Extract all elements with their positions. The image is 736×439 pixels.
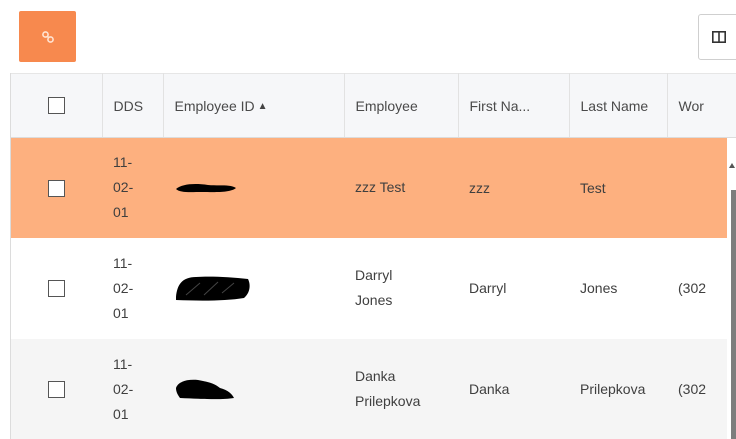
column-header-dds-label: DDS (113, 97, 144, 114)
employee-id-cell (163, 237, 344, 339)
employee-cell: Danka Prilepkova (344, 338, 458, 439)
dds-line: 02- (113, 380, 134, 397)
redacted-employee-id (176, 276, 250, 301)
scrollbar-thumb[interactable] (731, 190, 736, 439)
columns-icon (712, 31, 726, 43)
employee-cell: zzz Test (344, 137, 458, 238)
employee-line: Prilepkova (355, 393, 421, 409)
dds-cell: 11- 02- 01 (102, 137, 163, 238)
employee-grid: DDS Employee ID ▲ Employee First Na... La… (10, 73, 736, 439)
row-select-cell (11, 338, 102, 439)
employee-id-cell (163, 137, 344, 238)
column-header-work-label: Wor (678, 97, 704, 114)
scroll-up-arrow-icon[interactable] (729, 163, 735, 168)
employee-id-cell (163, 338, 344, 439)
dds-cell: 11- 02- 01 (102, 338, 163, 439)
dds-line: 01 (113, 405, 129, 422)
row-select-cell (11, 137, 102, 238)
table-row[interactable]: 11- 02- 01 Darryl Jones Darryl Jones (30… (11, 237, 736, 339)
select-all-header (11, 73, 103, 138)
redacted-employee-id (176, 184, 236, 193)
column-header-dds[interactable]: DDS (102, 73, 164, 138)
work-phone-cell: (302 (667, 338, 736, 439)
employee-table: DDS Employee ID ▲ Employee First Na... La… (11, 73, 736, 439)
dds-line: 02- (113, 279, 134, 296)
link-button[interactable] (19, 11, 76, 62)
column-header-first-name-label: First Na... (469, 97, 531, 114)
dds-line: 11- (113, 154, 133, 171)
row-checkbox[interactable] (48, 380, 65, 398)
row-checkbox[interactable] (48, 279, 65, 297)
employee-line: Darryl (355, 267, 393, 283)
table-row[interactable]: 11- 02- 01 Danka Prilepkova Danka Prilep… (11, 338, 736, 439)
select-all-checkbox[interactable] (47, 97, 65, 115)
dds-line: 01 (113, 304, 129, 321)
column-header-last-name[interactable]: Last Name (569, 73, 668, 138)
first-name-cell: zzz (458, 137, 569, 238)
dds-line: 11- (113, 254, 133, 271)
work-phone-cell (667, 137, 736, 238)
employee-line: Danka (355, 368, 396, 384)
column-header-work[interactable]: Wor (667, 73, 736, 138)
last-name-cell: Prilepkova (569, 338, 667, 439)
column-header-employee-id[interactable]: Employee ID ▲ (163, 73, 345, 138)
column-header-employee-id-label: Employee ID (174, 97, 255, 114)
first-name-cell: Danka (458, 338, 569, 439)
column-chooser-button[interactable] (698, 14, 736, 60)
row-checkbox[interactable] (48, 179, 65, 197)
work-phone-cell: (302 (667, 237, 736, 339)
employee-cell: Darryl Jones (344, 237, 458, 339)
header-row: DDS Employee ID ▲ Employee First Na... La… (11, 73, 736, 138)
first-name-cell: Darryl (458, 237, 569, 339)
table-row[interactable]: 11- 02- 01 zzz Test zzz Test (11, 137, 736, 238)
dds-line: 02- (113, 179, 134, 196)
sort-ascending-icon: ▲ (257, 100, 268, 112)
employee-line: zzz Test (355, 179, 406, 196)
column-header-first-name[interactable]: First Na... (458, 73, 570, 138)
redacted-employee-id (176, 379, 234, 400)
column-header-employee-label: Employee (355, 97, 418, 114)
column-header-employee[interactable]: Employee (344, 73, 459, 138)
last-name-cell: Jones (569, 237, 667, 339)
dds-cell: 11- 02- 01 (102, 237, 163, 339)
column-header-last-name-label: Last Name (580, 97, 649, 114)
dds-line: 11- (113, 355, 133, 372)
row-select-cell (11, 237, 102, 339)
dds-line: 01 (113, 204, 129, 221)
link-icon (41, 30, 54, 43)
last-name-cell: Test (569, 137, 667, 238)
employee-line: Jones (355, 292, 393, 308)
